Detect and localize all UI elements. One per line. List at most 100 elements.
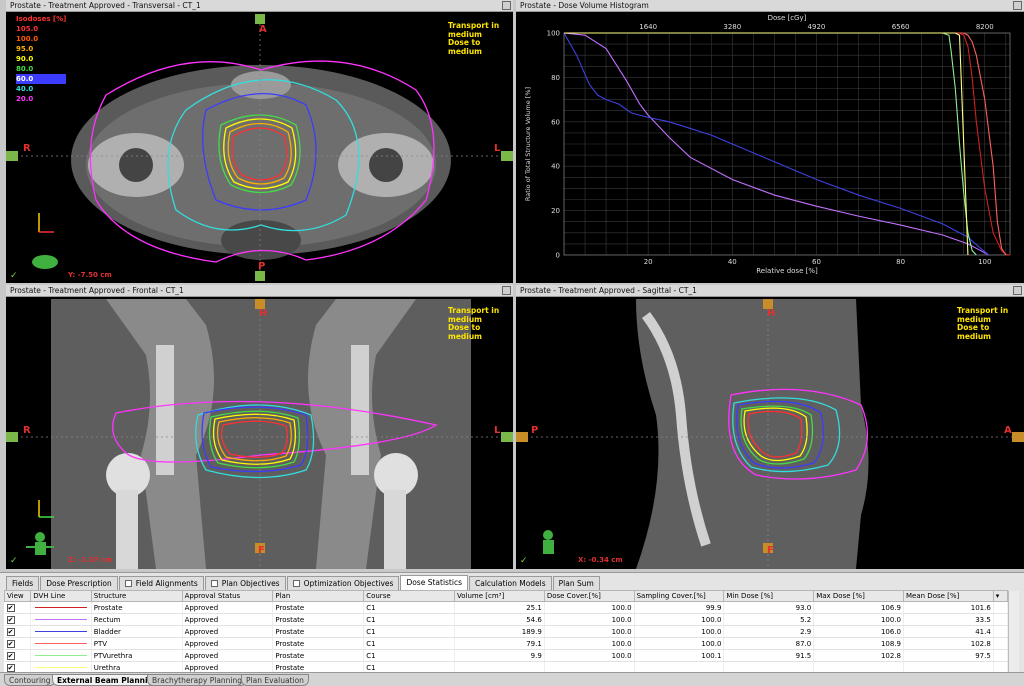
cell-course: C1 <box>363 649 456 662</box>
tab-label: Plan Sum <box>558 578 594 588</box>
valid-check-icon: ✓ <box>10 556 18 566</box>
dvh-chart: 20 40 60 80 100 0 20 40 60 80 100 1640 3280 4920 6560 8… <box>524 14 1011 275</box>
column-header[interactable]: View <box>3 590 32 602</box>
tab-fields[interactable]: Fields <box>6 576 40 590</box>
view-checkbox[interactable]: ✔ <box>6 651 15 660</box>
cell-volume: 25.1 <box>454 601 545 614</box>
table-header-row: View DVH Line Structure Approval Status … <box>3 590 1009 602</box>
cell-mean: 102.8 <box>903 637 994 650</box>
column-header[interactable]: Mean Dose [%] <box>903 590 994 602</box>
cell-max: 100.0 <box>813 613 904 626</box>
frontal-viewport[interactable]: Prostate - Treatment Approved - Frontal … <box>6 285 513 569</box>
table-row[interactable]: ✔ Prostate Approved Prostate C1 25.1 100.0 99.9… <box>4 601 1009 614</box>
view-checkbox[interactable]: ✔ <box>6 615 15 624</box>
column-header[interactable]: Sampling Cover.[%] <box>633 590 725 602</box>
column-header[interactable]: Structure <box>90 590 183 602</box>
orientation-label-left: P <box>531 425 539 436</box>
column-header[interactable]: Volume [cm³] <box>454 590 545 602</box>
orientation-label-right: L <box>494 425 501 436</box>
tab-plan-sum[interactable]: Plan Sum <box>552 576 600 590</box>
transport-note: Transport in medium Dose to medium <box>957 306 1024 341</box>
orientation-label-left: R <box>23 143 31 154</box>
isodose-level: 20.0 <box>16 95 34 103</box>
cell-volume: 79.1 <box>454 637 545 650</box>
isodose-level: 40.0 <box>16 85 34 93</box>
dvh-line-cell <box>30 637 92 650</box>
sagittal-viewport[interactable]: Prostate - Treatment Approved - Sagittal… <box>516 285 1024 569</box>
view-checkbox[interactable]: ✔ <box>6 603 15 612</box>
workspace-tabs: Contouring External Beam Planning Brachy… <box>0 672 1024 686</box>
cell-dose-cover: 100.0 <box>544 601 635 614</box>
cell-sampling-cover: 100.0 <box>634 613 725 626</box>
tab-optimization-objectives[interactable]: Optimization Objectives <box>286 576 400 590</box>
vertical-scrollbar[interactable] <box>1008 591 1019 673</box>
column-header[interactable]: Dose Cover.[%] <box>543 590 635 602</box>
x2-tick-label: 4920 <box>808 23 826 31</box>
cell-sampling-cover: 100.0 <box>634 637 725 650</box>
cell-dose-cover: 100.0 <box>544 637 635 650</box>
tab-label: Calculation Models <box>475 578 546 588</box>
workspace-tab-brachytherapy-planning[interactable]: Brachytherapy Planning <box>147 674 248 686</box>
column-header[interactable]: Course <box>363 590 456 602</box>
cell-min: 5.2 <box>723 613 815 626</box>
cell-mean: 33.5 <box>903 613 994 626</box>
column-header[interactable]: DVH Line <box>30 590 92 602</box>
workspace-tab-contouring[interactable]: Contouring <box>4 674 56 686</box>
orientation-label-left: R <box>23 425 31 436</box>
column-chooser-icon[interactable]: ▾ <box>992 590 1009 602</box>
x2-tick-label: 8200 <box>976 23 994 31</box>
transversal-viewport[interactable]: Prostate - Treatment Approved - Transver… <box>6 0 513 283</box>
cell-max: 106.0 <box>813 625 904 638</box>
cell-approval: Approved <box>182 625 274 638</box>
isodose-level: 95.0 <box>16 45 34 53</box>
tab-dose-prescription[interactable]: Dose Prescription <box>40 576 118 590</box>
tab-field-alignments[interactable]: Field Alignments <box>118 576 204 590</box>
cell-spacer <box>993 637 1009 650</box>
cell-volume: 54.6 <box>454 613 545 626</box>
y-tick-label: 80 <box>551 74 560 82</box>
tab-dose-statistics[interactable]: Dose Statistics <box>400 575 468 590</box>
isodose-legend-title: Isodoses [%] <box>16 15 67 23</box>
x2-tick-label: 3280 <box>723 23 741 31</box>
view-checkbox[interactable]: ✔ <box>6 627 15 636</box>
dose-statistics-panel: Fields Dose Prescription Field Alignment… <box>0 572 1024 674</box>
table-row[interactable]: ✔ PTV Approved Prostate C1 79.1 100.0 100.0 87.0… <box>4 637 1009 650</box>
cell-spacer <box>993 601 1009 614</box>
dvh-viewport[interactable]: Prostate - Dose Volume Histogram 20 40 60 8… <box>516 0 1024 283</box>
cell-mean: 97.5 <box>903 649 994 662</box>
dvh-line-swatch <box>35 606 87 609</box>
view-checkbox[interactable]: ✔ <box>6 639 15 648</box>
workspace-tab-plan-evaluation[interactable]: Plan Evaluation <box>241 674 309 686</box>
transport-note: Transport in medium Dose to medium <box>448 21 513 56</box>
y-tick-label: 0 <box>556 252 560 260</box>
valid-check-icon: ✓ <box>520 556 528 566</box>
column-header[interactable]: Plan <box>272 590 365 602</box>
cell-sampling-cover: 100.0 <box>634 625 725 638</box>
column-header[interactable]: Min Dose [%] <box>723 590 815 602</box>
dvh-line-swatch <box>35 654 87 657</box>
orientation-label-top: H <box>767 308 776 319</box>
column-header[interactable]: Max Dose [%] <box>813 590 904 602</box>
tab-calculation-models[interactable]: Calculation Models <box>469 576 552 590</box>
tab-checkbox[interactable] <box>124 580 132 587</box>
tab-checkbox[interactable] <box>292 580 300 587</box>
table-row[interactable]: ✔ Bladder Approved Prostate C1 189.9 100.0 100.… <box>4 625 1009 638</box>
x2-tick-label: 1640 <box>639 23 657 31</box>
tab-checkbox[interactable] <box>210 580 218 587</box>
x-axis-label: Relative dose [%] <box>756 267 818 275</box>
dose-statistics-table: View DVH Line Structure Approval Status … <box>3 590 1009 674</box>
cell-plan: Prostate <box>272 625 365 638</box>
cell-structure: PTV <box>91 637 183 650</box>
view-checkbox[interactable]: ✔ <box>6 663 15 672</box>
orientation-label-top: H <box>259 308 268 319</box>
table-row[interactable]: ✔ PTVurethra Approved Prostate C1 9.9 100.0 100… <box>4 649 1009 662</box>
dvh-line-cell <box>30 625 92 638</box>
cell-structure: Prostate <box>91 601 183 614</box>
table-row[interactable]: ✔ Rectum Approved Prostate C1 54.6 100.0 100.0 5… <box>4 613 1009 626</box>
column-header[interactable]: Approval Status <box>181 590 274 602</box>
cell-min: 91.5 <box>723 649 815 662</box>
tab-plan-objectives[interactable]: Plan Objectives <box>204 576 286 590</box>
sagittal-image <box>516 299 1024 569</box>
cell-course: C1 <box>363 625 456 638</box>
tab-label: Field Alignments <box>135 578 198 588</box>
